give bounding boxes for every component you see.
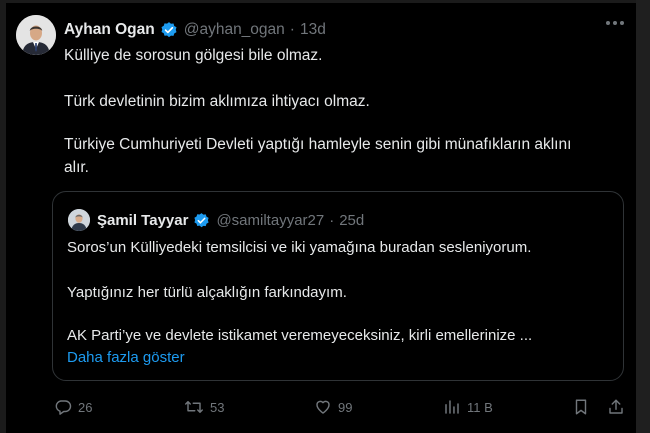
quote-author-name[interactable]: Şamil Tayyar xyxy=(97,212,188,229)
quote-time[interactable]: 25d xyxy=(339,212,364,229)
share-button[interactable] xyxy=(607,398,625,416)
quote-author-avatar xyxy=(68,209,90,231)
author-avatar[interactable] xyxy=(16,15,56,55)
quote-text-line: AK Parti’ye ve devlete istikamet veremey… xyxy=(67,327,533,344)
verified-badge-icon xyxy=(193,212,210,229)
quote-header: Şamil Tayyar @samiltayyar27 · 25d xyxy=(97,209,364,231)
show-more-link[interactable]: Daha fazla göster xyxy=(67,349,185,366)
quote-author-handle[interactable]: @samiltayyar27 xyxy=(216,212,324,229)
tweet-text-line: Türk devletinin bizim aklımıza ihtiyacı … xyxy=(64,93,370,110)
retweet-count: 53 xyxy=(210,399,225,415)
bookmark-button[interactable] xyxy=(572,398,590,416)
author-name[interactable]: Ayhan Ogan xyxy=(64,21,155,39)
tweet-card[interactable]: Ayhan Ogan @ayhan_ogan · 13d Külliye de … xyxy=(6,3,636,433)
separator-dot: · xyxy=(329,211,335,229)
bookmark-icon xyxy=(572,398,590,416)
quoted-tweet[interactable]: Şamil Tayyar @samiltayyar27 · 25d Soros’… xyxy=(52,191,624,381)
like-count: 99 xyxy=(338,399,353,415)
tweet-text-line: Türkiye Cumhuriyeti Devleti yaptığı haml… xyxy=(64,136,572,153)
retweet-button[interactable]: 53 xyxy=(184,398,224,416)
window-frame-right xyxy=(636,0,650,433)
views-icon xyxy=(443,398,461,416)
like-button[interactable]: 99 xyxy=(314,398,352,416)
views-button[interactable]: 11 B xyxy=(443,398,493,416)
verified-badge-icon xyxy=(160,21,178,39)
quote-text-line: Soros’un Külliyedeki temsilcisi ve iki y… xyxy=(67,239,532,256)
views-count: 11 B xyxy=(467,399,493,415)
retweet-icon xyxy=(184,398,204,416)
quote-text-line: Yaptığınız her türlü alçaklığın farkında… xyxy=(67,284,347,301)
tweet-time[interactable]: 13d xyxy=(300,21,326,39)
reply-count: 26 xyxy=(78,399,93,415)
tweet-header: Ayhan Ogan @ayhan_ogan · 13d xyxy=(64,19,326,41)
author-handle[interactable]: @ayhan_ogan xyxy=(184,21,285,39)
tweet-text-line: alır. xyxy=(64,159,89,176)
share-icon xyxy=(607,398,625,416)
reply-icon xyxy=(54,398,72,416)
like-icon xyxy=(314,398,332,416)
separator-dot: · xyxy=(289,21,295,38)
reply-button[interactable]: 26 xyxy=(54,398,92,416)
tweet-actions-bar: 26 53 99 11 B xyxy=(6,398,636,422)
more-options-icon[interactable] xyxy=(606,21,624,25)
tweet-text-line: Külliye de sorosun gölgesi bile olmaz. xyxy=(64,47,323,64)
